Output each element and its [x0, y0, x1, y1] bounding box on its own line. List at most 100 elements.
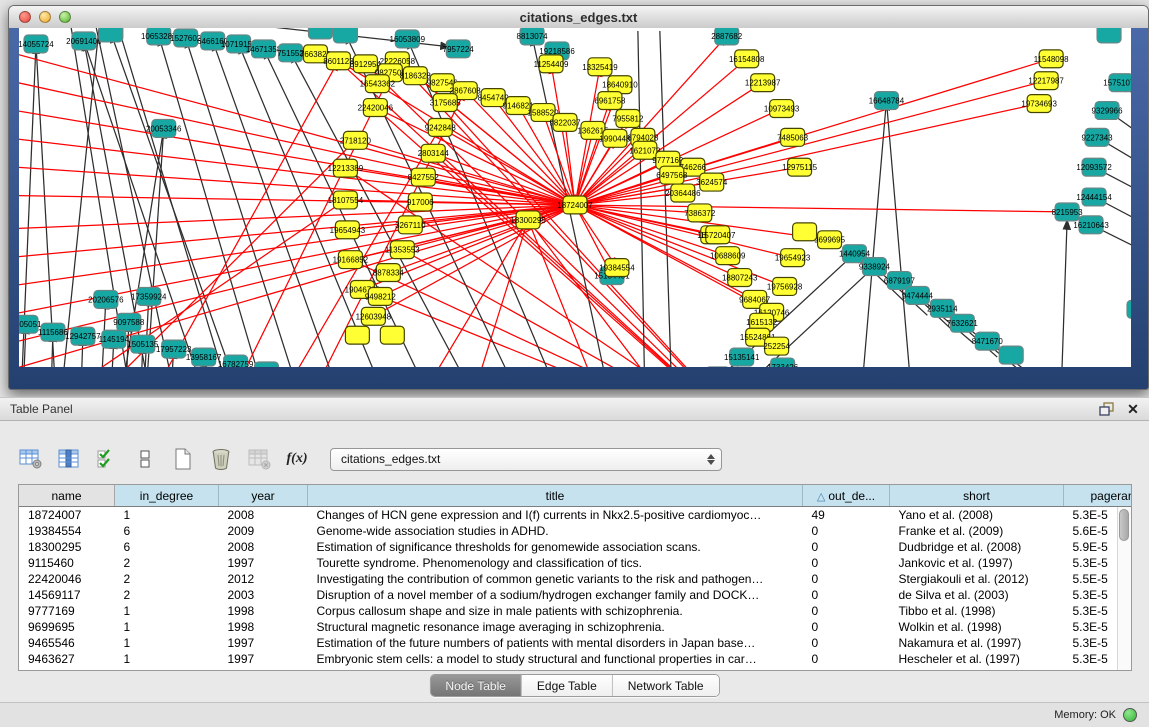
network-node[interactable]: 6961758 [594, 92, 626, 110]
network-node[interactable]: 7485063 [777, 128, 809, 146]
tab-edge-table[interactable]: Edge Table [521, 675, 612, 696]
cell-title[interactable]: Structural magnetic resonance image aver… [308, 619, 803, 635]
table-row[interactable]: 946554611997Estimation of the future num… [19, 635, 1132, 651]
network-node[interactable]: 9498212 [365, 287, 397, 305]
network-node[interactable]: 1505135 [127, 335, 159, 353]
cell-short[interactable]: Dudbridge et al. (2008) [890, 539, 1064, 555]
network-node[interactable]: 18807243 [722, 269, 758, 287]
cell-title[interactable]: Embryonic stem cells: a model to study s… [308, 651, 803, 667]
network-node[interactable]: 9227343 [1082, 128, 1114, 146]
network-node[interactable]: 12975115 [782, 158, 817, 176]
table-row[interactable]: 969969511998Structural magnetic resonanc… [19, 619, 1132, 635]
cell-title[interactable]: Genome-wide association studies in ADHD. [308, 523, 803, 539]
network-node[interactable]: 12217987 [1028, 72, 1064, 90]
cell-year[interactable]: 1998 [219, 603, 308, 619]
table-row[interactable]: 1938455462009Genome-wide association stu… [19, 523, 1132, 539]
network-node[interactable]: 6497568 [656, 166, 688, 184]
network-node[interactable] [1127, 300, 1131, 318]
cell-name[interactable]: 9699695 [19, 619, 115, 635]
cell-year[interactable]: 1997 [219, 651, 308, 667]
network-node[interactable]: 12603948 [356, 307, 392, 325]
tab-network-table[interactable]: Network Table [612, 675, 719, 696]
cell-out_degree[interactable]: 0 [803, 571, 890, 587]
new-document-icon[interactable] [170, 446, 196, 472]
network-node[interactable]: 7386372 [684, 204, 716, 222]
column-header-short[interactable]: short [890, 485, 1064, 507]
table-columns-icon[interactable] [56, 446, 82, 472]
network-node[interactable]: 2887682 [711, 28, 743, 45]
network-node[interactable]: 1733426 [767, 358, 799, 367]
network-node[interactable]: 8471670 [972, 332, 1004, 350]
cell-short[interactable]: de Silva et al. (2003) [890, 587, 1064, 603]
network-node[interactable]: 3175685 [430, 94, 462, 112]
table-row[interactable]: 1872400712008Changes of HCN gene express… [19, 507, 1132, 524]
table-row[interactable]: 1830029562008Estimation of significance … [19, 539, 1132, 555]
cell-in_degree[interactable]: 2 [115, 555, 219, 571]
cell-year[interactable]: 2009 [219, 523, 308, 539]
cell-title[interactable]: Disruption of a novel member of a sodium… [308, 587, 803, 603]
network-node[interactable]: 2718120 [340, 131, 372, 149]
network-node[interactable]: 18107554 [328, 191, 364, 209]
cell-year[interactable]: 2003 [219, 587, 308, 603]
network-node[interactable]: 16648784 [869, 92, 905, 110]
network-node[interactable]: 1145194 [99, 330, 130, 348]
network-edge[interactable] [36, 44, 56, 367]
cell-year[interactable]: 1997 [219, 555, 308, 571]
table-row[interactable]: 2242004622012Investigating the contribut… [19, 571, 1132, 587]
cell-name[interactable]: 9465546 [19, 635, 115, 651]
cell-title[interactable]: Corpus callosum shape and size in male p… [308, 603, 803, 619]
cell-out_degree[interactable]: 0 [803, 603, 890, 619]
network-node[interactable]: 9474444 [902, 286, 934, 304]
cell-year[interactable]: 1997 [219, 635, 308, 651]
network-edge[interactable] [575, 205, 1067, 212]
cell-in_degree[interactable]: 2 [115, 587, 219, 603]
network-node[interactable]: 16154808 [729, 50, 765, 68]
network-node[interactable] [380, 326, 404, 344]
network-edge[interactable] [213, 41, 341, 367]
table-gear-icon[interactable] [18, 446, 44, 472]
network-node[interactable]: 9338924 [859, 258, 891, 276]
cell-in_degree[interactable]: 2 [115, 571, 219, 587]
column-header-out_degree[interactable]: △out_de... [803, 485, 890, 507]
float-window-icon[interactable] [1097, 400, 1117, 418]
cell-out_degree[interactable]: 0 [803, 587, 890, 603]
network-node[interactable]: 17359924 [131, 287, 167, 305]
network-node[interactable]: 15751074 [1103, 74, 1131, 92]
cell-in_degree[interactable]: 1 [115, 619, 219, 635]
network-node[interactable]: 9329966 [1092, 102, 1124, 120]
network-node[interactable]: 19756928 [767, 278, 803, 296]
network-node[interactable]: 19384554 [599, 259, 635, 277]
network-node[interactable]: 15720407 [700, 226, 736, 244]
cell-short[interactable]: Wolkin et al. (1998) [890, 619, 1064, 635]
network-node[interactable]: 8813074 [517, 28, 549, 45]
column-header-in_degree[interactable]: in_degree [115, 485, 219, 507]
network-node[interactable]: 7957224 [443, 40, 475, 58]
cell-short[interactable]: Jankovic et al. (1997) [890, 555, 1064, 571]
cell-short[interactable]: Tibbo et al. (1998) [890, 603, 1064, 619]
cell-out_degree[interactable]: 0 [803, 555, 890, 571]
network-node[interactable]: 1990448 [599, 129, 631, 147]
tab-node-table[interactable]: Node Table [430, 675, 521, 696]
cell-title[interactable]: Estimation of significance thresholds fo… [308, 539, 803, 555]
network-node[interactable] [333, 28, 357, 43]
network-node[interactable]: 10973493 [764, 100, 800, 118]
network-node[interactable]: 8427552 [408, 168, 440, 186]
network-edge[interactable] [1061, 220, 1067, 367]
cell-in_degree[interactable]: 6 [115, 539, 219, 555]
network-node[interactable]: 7632621 [947, 314, 979, 332]
network-node[interactable]: 13325419 [582, 58, 618, 76]
network-node[interactable]: 14055724 [19, 35, 54, 53]
network-node[interactable]: 16053809 [390, 30, 426, 48]
network-node[interactable]: 12923446 [249, 362, 285, 367]
network-node[interactable]: 252254 [763, 337, 790, 355]
table-row[interactable]: 911546021997Tourette syndrome. Phenomeno… [19, 555, 1132, 571]
network-node[interactable]: 10688609 [710, 247, 746, 265]
cell-short[interactable]: Yano et al. (2008) [890, 507, 1064, 524]
cell-name[interactable]: 9115460 [19, 555, 115, 571]
network-edge[interactable] [886, 101, 911, 367]
network-edge[interactable] [565, 122, 575, 205]
cell-in_degree[interactable]: 1 [115, 651, 219, 667]
cell-name[interactable]: 18724007 [19, 507, 115, 524]
network-node[interactable]: 8878334 [373, 264, 405, 282]
close-window-button[interactable] [19, 11, 31, 23]
